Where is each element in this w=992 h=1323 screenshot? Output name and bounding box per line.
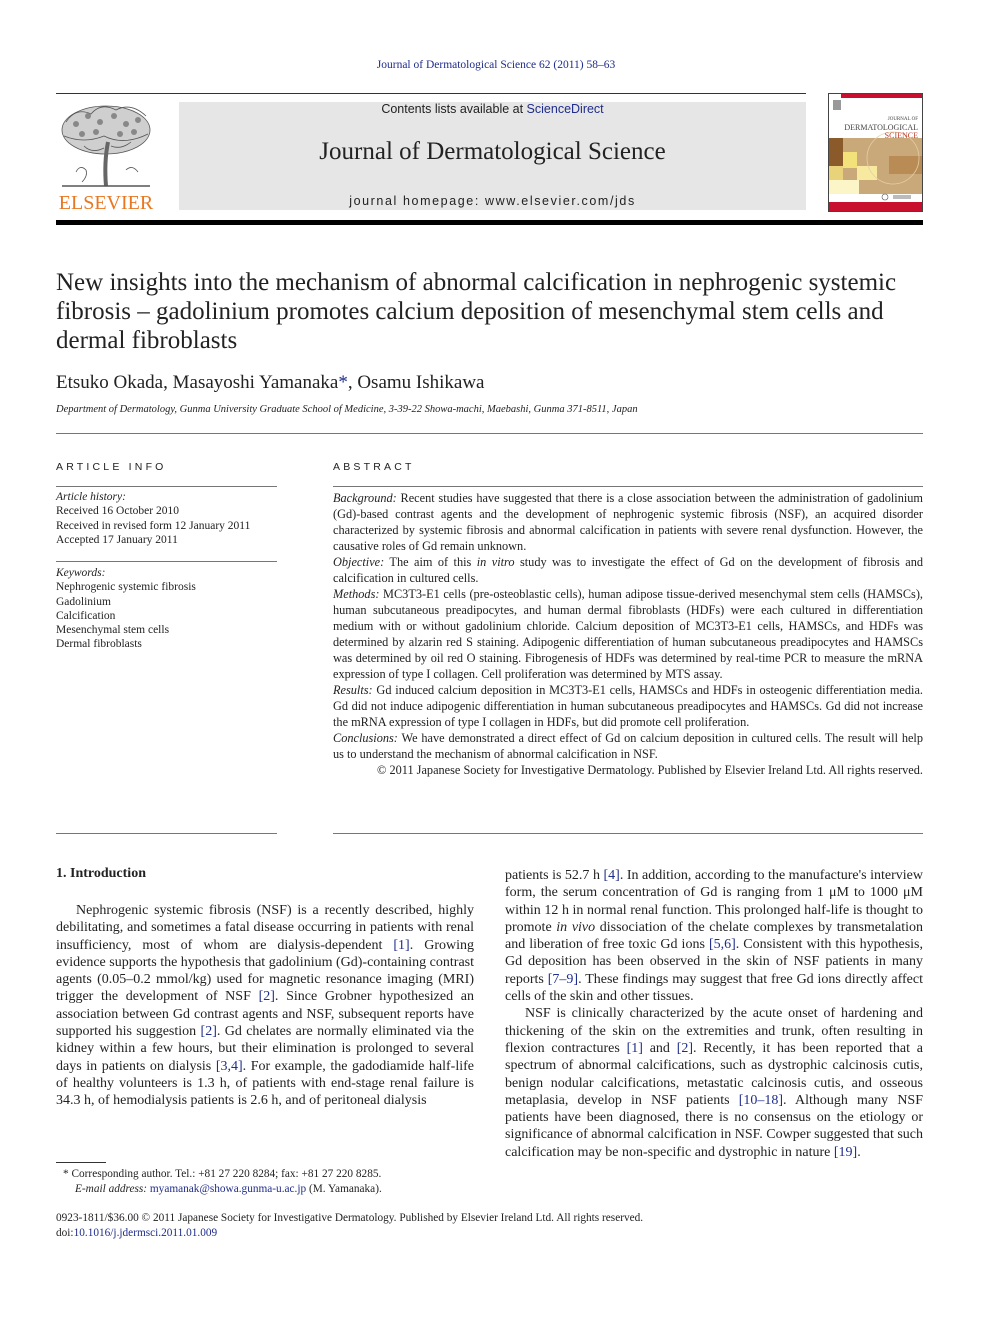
- abstract-label: Conclusions:: [333, 731, 398, 745]
- elsevier-wordmark: ELSEVIER: [58, 192, 154, 214]
- citation-link[interactable]: [5,6]: [709, 937, 736, 952]
- abstract-label: Results:: [333, 683, 373, 697]
- body-right-column: patients is 52.7 h [4]. In addition, acc…: [505, 867, 923, 1161]
- citation-link[interactable]: [19]: [834, 1145, 857, 1160]
- article-info-heading: ARTICLE INFO: [56, 461, 167, 473]
- author-separator: ,: [163, 372, 173, 393]
- citation-link[interactable]: [2]: [259, 989, 275, 1004]
- author-name[interactable]: Osamu Ishikawa: [357, 372, 484, 393]
- article-history-label: Article history:: [56, 491, 126, 503]
- header-rule: [56, 93, 806, 94]
- doi-prefix: doi:: [56, 1227, 74, 1239]
- email-link[interactable]: myamanak@showa.gunma-u.ac.jp: [150, 1183, 306, 1195]
- intro-paragraph: NSF is clinically characterized by the a…: [505, 1005, 923, 1161]
- sciencedirect-link[interactable]: ScienceDirect: [527, 102, 604, 116]
- abstract-text: The aim of this: [384, 555, 477, 569]
- article-info-bottom-rule: [56, 833, 277, 834]
- abstract-text: Gd induced calcium deposition in MC3T3-E…: [333, 683, 923, 729]
- email-note: E-mail address: myamanak@showa.gunma-u.a…: [63, 1182, 483, 1197]
- body-text: and: [642, 1040, 677, 1056]
- author-name[interactable]: Etsuko Okada: [56, 372, 163, 393]
- cover-science: SCIENCE: [884, 131, 918, 140]
- citation-link[interactable]: [4]: [603, 868, 619, 883]
- intro-paragraph: Nephrogenic systemic fibrosis (NSF) is a…: [56, 902, 474, 1110]
- corresponding-author-note: * Corresponding author. Tel.: +81 27 220…: [63, 1167, 483, 1182]
- journal-homepage[interactable]: journal homepage: www.elsevier.com/jds: [179, 194, 806, 208]
- abstract-heading: ABSTRACT: [333, 461, 415, 473]
- keywords-rule: [56, 561, 277, 562]
- doi-line: doi:10.1016/j.jdermsci.2011.01.009: [56, 1226, 926, 1241]
- elsevier-tree-icon: [56, 102, 156, 190]
- elsevier-logo[interactable]: ELSEVIER: [56, 102, 156, 214]
- keyword-item: Calcification: [56, 609, 116, 622]
- footnote-rule: [56, 1162, 106, 1163]
- history-revised: Received in revised form 12 January 2011: [56, 519, 251, 532]
- email-suffix: (M. Yamanaka).: [306, 1183, 382, 1195]
- footnote-mark: *: [63, 1168, 69, 1180]
- contents-line: Contents lists available at ScienceDirec…: [179, 102, 806, 116]
- abstract-text: We have demonstrated a direct effect of …: [333, 731, 923, 761]
- corresponding-author-mark[interactable]: *: [338, 372, 348, 393]
- journal-banner: Contents lists available at ScienceDirec…: [179, 102, 806, 210]
- citation-link[interactable]: [7–9]: [548, 972, 578, 987]
- citation-link[interactable]: [1]: [627, 1041, 643, 1056]
- history-received: Received 16 October 2010: [56, 505, 179, 518]
- citation-link[interactable]: [2]: [677, 1041, 693, 1056]
- keyword-item: Dermal fibroblasts: [56, 638, 142, 651]
- citation-link[interactable]: [3,4]: [216, 1059, 243, 1074]
- keywords-label: Keywords:: [56, 567, 106, 579]
- abstract-label: Background:: [333, 491, 397, 505]
- abstract-text: Recent studies have suggested that there…: [333, 491, 923, 553]
- running-head[interactable]: Journal of Dermatological Science 62 (20…: [0, 59, 992, 71]
- header-thick-rule: [56, 220, 923, 225]
- body-text: patients is 52.7 h: [505, 868, 604, 883]
- body-text: .: [857, 1144, 861, 1160]
- abstract-results: Results: Gd induced calcium deposition i…: [333, 682, 923, 730]
- author-list: Etsuko Okada, Masayoshi Yamanaka*, Osamu…: [56, 372, 485, 394]
- author-name[interactable]: Masayoshi Yamanaka: [173, 372, 339, 393]
- history-accepted: Accepted 17 January 2011: [56, 533, 178, 546]
- keyword-item: Nephrogenic systemic fibrosis: [56, 581, 196, 594]
- italic-text: in vivo: [556, 919, 596, 935]
- abstract-conclusions: Conclusions: We have demonstrated a dire…: [333, 730, 923, 762]
- abstract-text-italic: in vitro: [476, 555, 515, 569]
- journal-cover-image: [829, 94, 922, 211]
- abstract-bottom-rule: [333, 833, 923, 834]
- author-separator: ,: [347, 372, 358, 393]
- article-info-rule: [56, 486, 277, 487]
- journal-title: Journal of Dermatological Science: [319, 138, 666, 165]
- article-history: Article history: Received 16 October 201…: [56, 490, 277, 547]
- intro-paragraph: patients is 52.7 h [4]. In addition, acc…: [505, 867, 923, 1005]
- page-footer: 0923-1811/$36.00 © 2011 Japanese Society…: [56, 1211, 926, 1241]
- affiliation: Department of Dermatology, Gunma Univers…: [56, 404, 638, 415]
- abstract-background: Background: Recent studies have suggeste…: [333, 490, 923, 554]
- journal-cover[interactable]: JOURNAL OF DERMATOLOGICAL SCIENCE: [828, 93, 923, 212]
- footnote: * Corresponding author. Tel.: +81 27 220…: [63, 1167, 483, 1197]
- abstract-methods: Methods: MC3T3-E1 cells (pre-osteoblasti…: [333, 586, 923, 682]
- corresponding-author-text: Corresponding author. Tel.: +81 27 220 8…: [71, 1168, 382, 1180]
- contents-prefix: Contents lists available at: [381, 102, 527, 116]
- keyword-item: Mesenchymal stem cells: [56, 624, 170, 637]
- abstract-text: MC3T3-E1 cells (pre-osteoblastic cells),…: [333, 587, 923, 681]
- issn-line: 0923-1811/$36.00 © 2011 Japanese Society…: [56, 1212, 644, 1224]
- abstract-copyright: © 2011 Japanese Society for Investigativ…: [377, 763, 923, 777]
- article-title: New insights into the mechanism of abnor…: [56, 269, 897, 354]
- abstract-rule: [333, 486, 923, 487]
- doi-link[interactable]: 10.1016/j.jdermsci.2011.01.009: [74, 1227, 218, 1239]
- citation-link[interactable]: [2]: [201, 1024, 217, 1039]
- body-left-column: Nephrogenic systemic fibrosis (NSF) is a…: [56, 902, 474, 1110]
- keywords: Keywords: Nephrogenic systemic fibrosis …: [56, 566, 277, 652]
- title-rule: [56, 433, 923, 434]
- keyword-item: Gadolinium: [56, 595, 111, 608]
- abstract-objective: Objective: The aim of this in vitro stud…: [333, 554, 923, 586]
- abstract-body: Background: Recent studies have suggeste…: [333, 490, 923, 778]
- citation-link[interactable]: [1]: [393, 938, 409, 953]
- citation-link[interactable]: [10–18]: [739, 1093, 783, 1108]
- abstract-label: Objective:: [333, 555, 385, 569]
- abstract-label: Methods:: [333, 587, 380, 601]
- email-label: E-mail address:: [75, 1183, 148, 1195]
- section-heading-introduction: 1. Introduction: [56, 866, 146, 881]
